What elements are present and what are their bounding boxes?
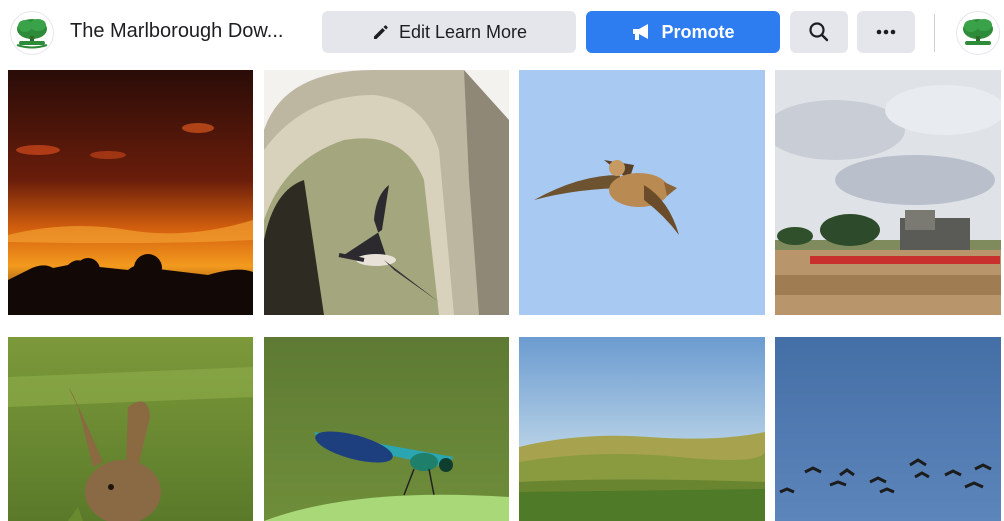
- pencil-icon: [373, 25, 388, 39]
- account-avatar[interactable]: [956, 11, 1000, 55]
- page-logo[interactable]: [10, 11, 54, 55]
- downs-landscape-photo[interactable]: [519, 337, 765, 521]
- megaphone-icon: [633, 24, 649, 40]
- swallow-photo[interactable]: [264, 70, 509, 315]
- edit-learn-more-label: Edit Learn More: [398, 21, 528, 42]
- harvester-photo[interactable]: [775, 70, 1001, 315]
- promote-label: Promote: [661, 21, 735, 42]
- page-name[interactable]: The Marlborough Dow...: [70, 20, 310, 43]
- hare-photo[interactable]: [8, 337, 253, 521]
- tree-logo-icon: [16, 19, 48, 49]
- damselfly-photo[interactable]: [264, 337, 509, 521]
- more-horizontal-icon: [876, 29, 896, 35]
- promote-button[interactable]: Promote: [586, 11, 780, 53]
- sunset-photo[interactable]: [8, 70, 253, 315]
- header-divider: [934, 14, 935, 52]
- kestrel-photo[interactable]: [519, 70, 765, 315]
- tree-logo-icon: [963, 19, 993, 45]
- more-options-button[interactable]: [857, 11, 915, 53]
- search-icon: [809, 22, 829, 42]
- birds-flock-photo[interactable]: [775, 337, 1001, 521]
- page-header: The Marlborough Dow... Edit Learn More P…: [0, 0, 1004, 64]
- search-button[interactable]: [790, 11, 848, 53]
- edit-learn-more-button[interactable]: Edit Learn More: [322, 11, 576, 53]
